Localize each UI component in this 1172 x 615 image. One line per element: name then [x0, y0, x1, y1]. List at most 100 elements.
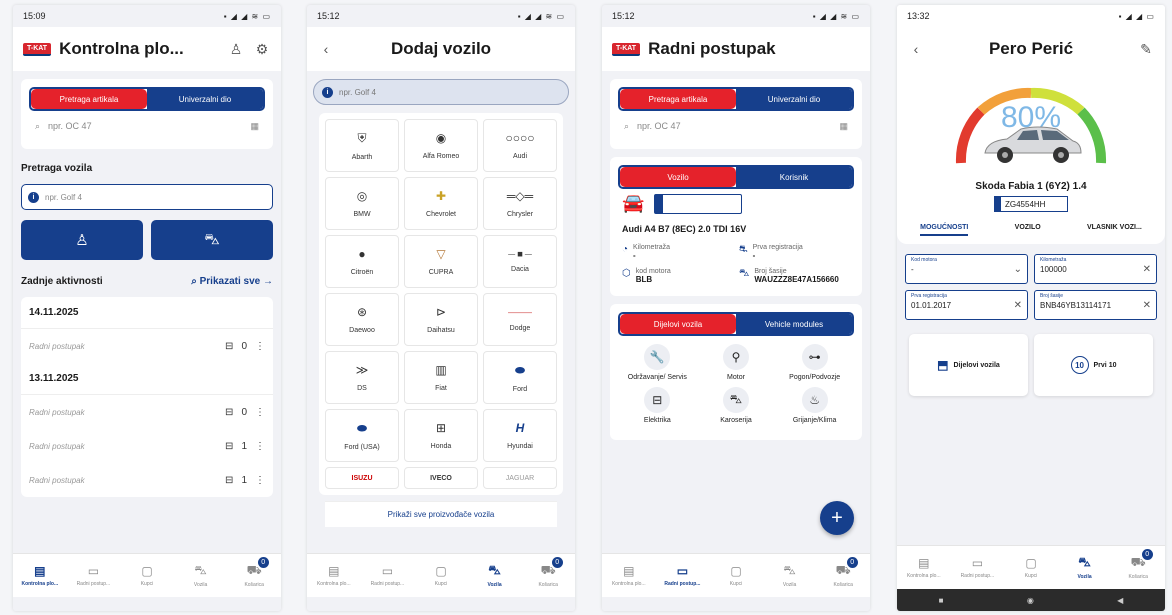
- article-search-placeholder: npr. OC 47: [637, 121, 681, 131]
- nav-vehicles[interactable]: ⛍ Vozila: [468, 554, 522, 597]
- nav-work-orders[interactable]: ▭ Radni postup...: [67, 554, 121, 597]
- nav-dashboard[interactable]: ▤ Kontrolna plo...: [13, 554, 67, 597]
- vehicle-parts-tile[interactable]: ⬒ Dijelovi vozila: [909, 334, 1028, 396]
- nav-work-orders[interactable]: ▭ Radni postup...: [951, 546, 1005, 589]
- module-heating[interactable]: ♨ Grijanje/Klima: [777, 387, 852, 424]
- brand-tile[interactable]: ● Citroën: [325, 235, 399, 288]
- article-search-input[interactable]: ⌕ npr. OC 47 ▦: [618, 111, 854, 141]
- tab-options[interactable]: MOGUĆNOSTI: [920, 224, 969, 236]
- edit-icon[interactable]: ✎: [1137, 40, 1155, 58]
- tab-search-articles[interactable]: Pretraga artikala: [620, 89, 736, 109]
- brand-tile[interactable]: ═◇═ Chrysler: [483, 177, 557, 230]
- nav-customers[interactable]: ▢ Kupci: [414, 554, 468, 597]
- brand-tile[interactable]: ≫ DS: [325, 351, 399, 404]
- tab-vehicle[interactable]: VOZILO: [1015, 224, 1041, 236]
- brand-tile[interactable]: ——— Dodge: [483, 293, 557, 346]
- customer-button[interactable]: ♙: [21, 220, 143, 260]
- nav-dashboard[interactable]: ▤ Kontrolna plo...: [307, 554, 361, 597]
- brand-tile[interactable]: ▥ Fiat: [404, 351, 478, 404]
- brand-tile[interactable]: ISUZU: [325, 467, 399, 489]
- tab-vehicle[interactable]: Vozilo: [620, 167, 736, 187]
- back-nav-icon[interactable]: ◀: [1117, 596, 1123, 605]
- tab-user[interactable]: Korisnik: [736, 167, 852, 187]
- vehicle-search-input[interactable]: i npr. Golf 4: [21, 184, 273, 210]
- brand-tile[interactable]: IVECO: [404, 467, 478, 489]
- nav-cart[interactable]: ⛟ 0 Košarica: [1111, 546, 1165, 589]
- first-registration-field[interactable]: Prva registracija 01.01.2017 ✕: [905, 290, 1028, 320]
- brand-tile[interactable]: ◉ Alfa Romeo: [404, 119, 478, 172]
- barcode-scan-icon[interactable]: ▦: [250, 121, 259, 132]
- nav-cart[interactable]: ⛟ 0 Košarica: [227, 554, 281, 597]
- brand-tile[interactable]: H Hyundai: [483, 409, 557, 462]
- more-icon[interactable]: ⋮: [255, 475, 265, 486]
- brand-tile[interactable]: ◎ BMW: [325, 177, 399, 230]
- vehicle-button[interactable]: ⛍: [151, 220, 273, 260]
- list-item[interactable]: Radni postupak ⊟ 1 ⋮: [21, 463, 273, 497]
- list-item[interactable]: Radni postupak ⊟ 0 ⋮: [21, 395, 273, 429]
- top-ten-tile[interactable]: 10 Prvi 10: [1034, 334, 1153, 396]
- settings-icon[interactable]: ⚙: [253, 40, 271, 58]
- brand-tile[interactable]: ⊛ Daewoo: [325, 293, 399, 346]
- more-icon[interactable]: ⋮: [255, 441, 265, 452]
- list-item[interactable]: Radni postupak ⊟ 0 ⋮: [21, 329, 273, 363]
- recents-icon[interactable]: ■: [939, 596, 944, 605]
- brand-tile[interactable]: ⬬ Ford (USA): [325, 409, 399, 462]
- tab-universal-part[interactable]: Univerzalni dio: [147, 89, 263, 109]
- back-icon[interactable]: ‹: [317, 40, 335, 58]
- tab-vehicle-modules[interactable]: Vehicle modules: [736, 314, 852, 334]
- brand-tile[interactable]: ✚ Chevrolet: [404, 177, 478, 230]
- clear-icon[interactable]: ✕: [1014, 300, 1022, 311]
- brand-tile[interactable]: JAGUAR: [483, 467, 557, 489]
- brand-tile[interactable]: — ◼ — Dacia: [483, 235, 557, 288]
- mileage-field[interactable]: Kilometraža 100000 ✕: [1034, 254, 1157, 284]
- more-icon[interactable]: ⋮: [255, 341, 265, 352]
- brand-tile[interactable]: ⬬ Ford: [483, 351, 557, 404]
- brand-tile[interactable]: ○○○○ Audi: [483, 119, 557, 172]
- list-item[interactable]: Radni postupak ⊟ 1 ⋮: [21, 429, 273, 463]
- tab-universal-part[interactable]: Univerzalni dio: [736, 89, 852, 109]
- chevron-down-icon[interactable]: ⌄: [1014, 264, 1022, 275]
- nav-dashboard[interactable]: ▤ Kontrolna plo...: [602, 554, 656, 597]
- brand-tile[interactable]: ⊞ Honda: [404, 409, 478, 462]
- plus-icon: +: [831, 506, 843, 529]
- nav-vehicles[interactable]: ⛍ Vozila: [174, 554, 228, 597]
- nav-customers[interactable]: ▢ Kupci: [1004, 546, 1058, 589]
- nav-cart[interactable]: ⛟ 0 Košarica: [521, 554, 575, 597]
- show-all-link[interactable]: ⌕ Prikazati sve →: [191, 276, 273, 287]
- module-body[interactable]: ⛍ Karoserija: [699, 387, 774, 424]
- barcode-scan-icon[interactable]: ▦: [839, 121, 848, 132]
- engine-code-field[interactable]: Kod motora - ⌄: [905, 254, 1028, 284]
- back-icon[interactable]: ‹: [907, 40, 925, 58]
- tab-search-articles[interactable]: Pretraga artikala: [31, 89, 147, 109]
- nav-vehicles[interactable]: ⛍ Vozila: [763, 554, 817, 597]
- vin-field[interactable]: Broj šasije BNB46YB13114171 ✕: [1034, 290, 1157, 320]
- user-icon[interactable]: ♙: [227, 40, 245, 58]
- show-all-makers-button[interactable]: Prikaži sve proizvođače vozila: [325, 501, 557, 527]
- brand-tile[interactable]: ⊳ Daihatsu: [404, 293, 478, 346]
- nav-vehicles[interactable]: ⛍ Vozila: [1058, 546, 1112, 589]
- module-engine[interactable]: ⚲ Motor: [699, 344, 774, 381]
- tab-vehicle-parts[interactable]: Dijelovi vozila: [620, 314, 736, 334]
- module-drivetrain[interactable]: ⊶ Pogon/Podvozje: [777, 344, 852, 381]
- tab-owner[interactable]: VLASNIK VOZI...: [1087, 224, 1142, 236]
- nav-work-orders[interactable]: ▭ Radni postup...: [361, 554, 415, 597]
- nav-cart[interactable]: ⛟ 0 Košarica: [816, 554, 870, 597]
- brand-tile[interactable]: ⛨ Abarth: [325, 119, 399, 172]
- module-electrics[interactable]: ⊟ Elektrika: [620, 387, 695, 424]
- nav-work-orders[interactable]: ▭ Radni postup...: [656, 554, 710, 597]
- article-search-input[interactable]: ⌕ npr. OC 47 ▦: [29, 111, 265, 141]
- more-icon[interactable]: ⋮: [255, 407, 265, 418]
- vehicle-search-input[interactable]: i npr. Golf 4: [313, 79, 569, 105]
- module-maintenance[interactable]: 🔧 Održavanje/ Servis: [620, 344, 695, 381]
- home-icon[interactable]: ◉: [1027, 596, 1034, 605]
- daihatsu-logo-icon: ⊳: [435, 305, 447, 319]
- nav-customers[interactable]: ▢ Kupci: [120, 554, 174, 597]
- add-fab-button[interactable]: +: [820, 501, 854, 535]
- clear-icon[interactable]: ✕: [1143, 264, 1151, 275]
- page-title: Dodaj vozilo: [390, 39, 492, 58]
- clear-icon[interactable]: ✕: [1143, 300, 1151, 311]
- nav-customers[interactable]: ▢ Kupci: [709, 554, 763, 597]
- gauge-icon: ◔: [622, 244, 629, 255]
- brand-tile[interactable]: ▽ CUPRA: [404, 235, 478, 288]
- nav-dashboard[interactable]: ▤ Kontrolna plo...: [897, 546, 951, 589]
